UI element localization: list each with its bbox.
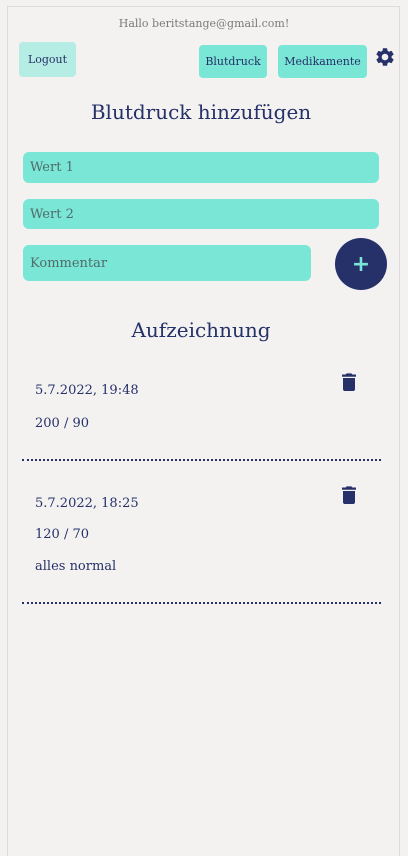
trash-icon[interactable] [342,486,356,504]
trash-icon[interactable] [342,373,356,391]
gear-icon[interactable] [374,46,396,68]
nav-blutdruck-button[interactable]: Blutdruck [199,45,267,78]
greeting-text: Hallo beritstange@gmail.com! [118,17,290,30]
app-frame [7,6,400,856]
entry-comment: alles normal [35,559,117,574]
entry-divider [22,602,381,604]
entry-datetime: 5.7.2022, 18:25 [35,496,139,511]
kommentar-input[interactable]: Kommentar [23,245,311,281]
nav-medikamente-button[interactable]: Medikamente [278,45,367,78]
logout-button[interactable]: Logout [19,42,76,77]
entry-divider [22,459,381,461]
form-title: Blutdruck hinzufügen [90,100,312,124]
entry-datetime: 5.7.2022, 19:48 [35,383,139,398]
add-button[interactable]: + [335,238,387,290]
entry-value: 200 / 90 [35,416,89,431]
records-title: Aufzeichnung [131,318,271,342]
wert1-input[interactable]: Wert 1 [23,152,379,183]
entry-value: 120 / 70 [35,527,89,542]
wert2-input[interactable]: Wert 2 [23,199,379,229]
